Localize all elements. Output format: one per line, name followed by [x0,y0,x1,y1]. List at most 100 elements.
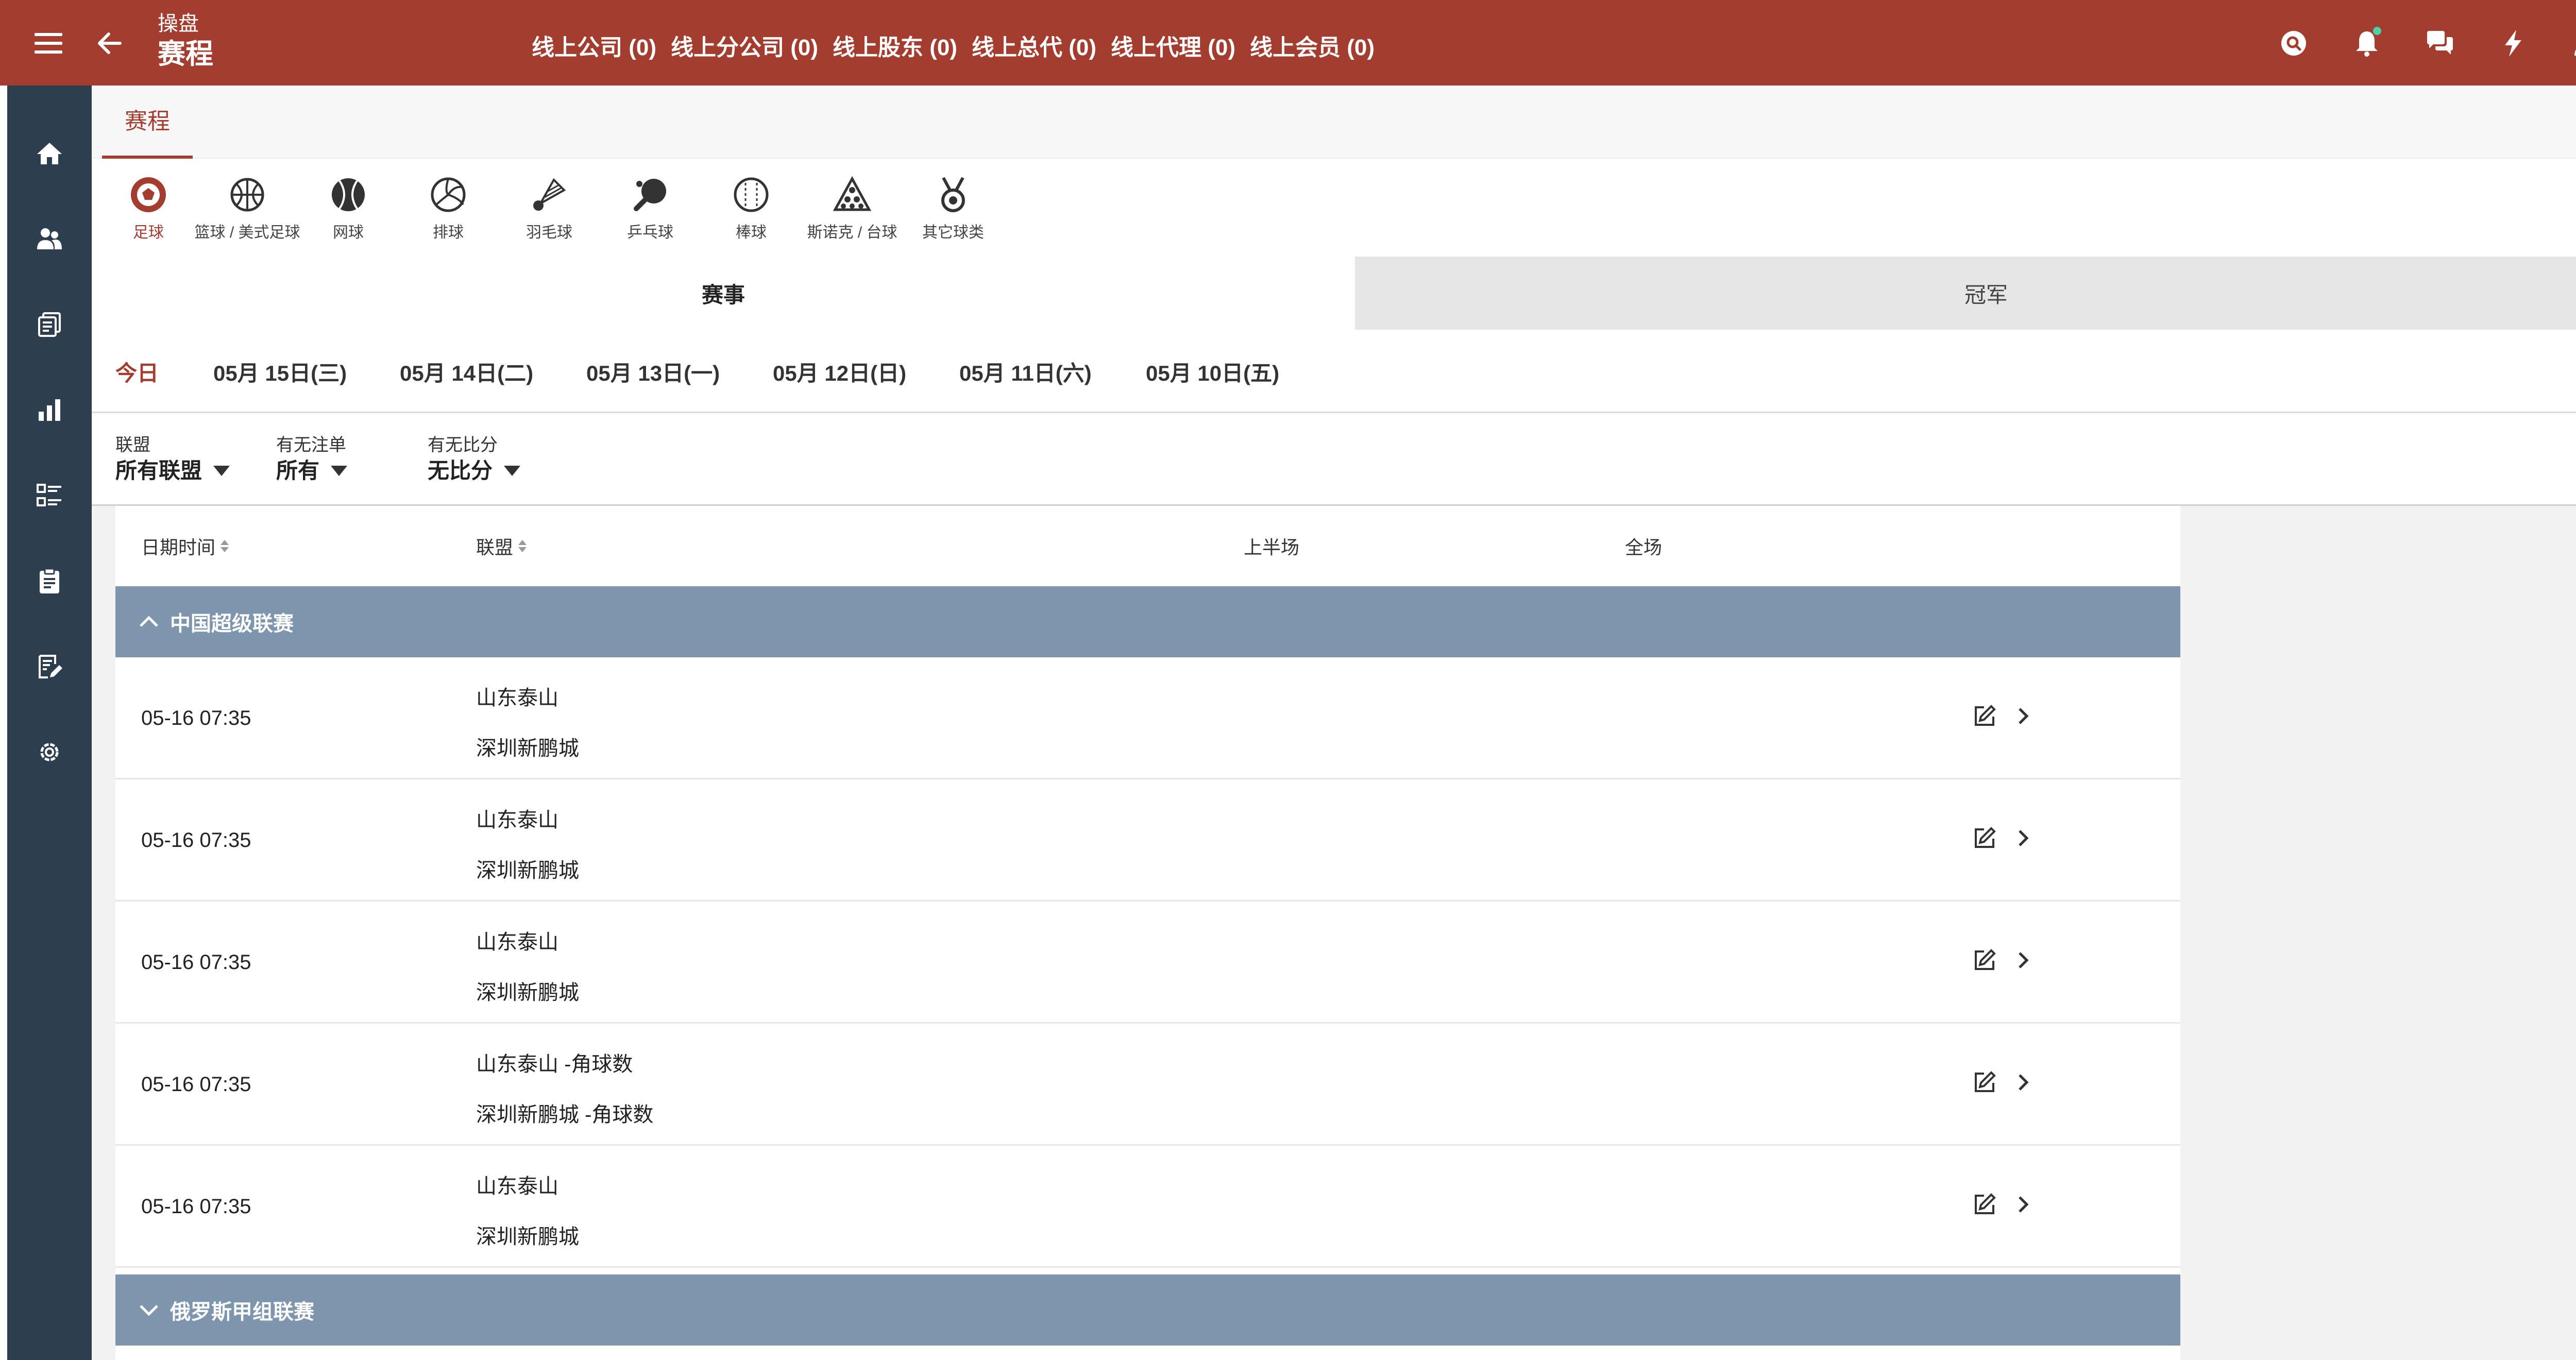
filter-bar: 联盟 所有联盟 有无注单 所有 有无比分 无比分 [92,413,2576,506]
soccer-ball-icon [127,173,170,216]
sport-tab-snooker[interactable]: 斯诺克 / 台球 [801,159,904,257]
sport-label: 斯诺克 / 台球 [807,224,897,241]
bar-chart-icon [38,398,61,424]
sort-icon [518,540,527,552]
away-team: 深圳新鹏城 [476,859,579,882]
medal-icon [931,173,975,216]
filter-label: 联盟 [115,435,150,455]
online-stat-agent[interactable]: 线上代理 (0) [1111,29,1235,62]
sidebar-item-list[interactable] [7,471,92,522]
home-team: 山东泰山 [476,809,558,831]
tab-events[interactable]: 赛事 [92,257,1355,330]
edit-icon[interactable] [1969,945,2000,976]
league-group-header[interactable]: 中国超级联赛 [115,586,2180,657]
table-header: 日期时间 联盟 上半场 全场 [115,506,2180,586]
filter-value: 所有 [276,458,320,483]
column-full-time: 全场 [1625,506,1662,586]
page-tab-bar: 赛程 [92,86,2576,159]
date-tab-0511[interactable]: 05月 11日(六) [959,330,1092,413]
edit-icon[interactable] [1969,1189,2000,1220]
sport-label: 乒乓球 [627,224,673,241]
score-filter[interactable]: 有无比分 无比分 [428,434,521,485]
sport-label: 篮球 / 美式足球 [194,224,300,241]
date-tab-today[interactable]: 今日 [115,330,159,413]
sport-tab-tennis[interactable]: 网球 [297,159,400,257]
home-icon [36,141,63,169]
sport-tab-basketball[interactable]: 篮球 / 美式足球 [194,159,300,257]
sidebar-item-statistics[interactable] [7,385,92,437]
ping-pong-paddle-icon [629,173,672,216]
sport-label: 足球 [133,224,164,241]
table-row: 05-16 07:35 山东泰山 深圳新鹏城 [115,902,2180,1024]
notification-bell-icon[interactable] [2348,25,2385,62]
chevron-right-icon[interactable] [2007,945,2038,976]
online-stat-general-agent[interactable]: 线上总代 (0) [972,29,1096,62]
schedule-table: 日期时间 联盟 上半场 全场 中国超级联赛 05-16 07:35 山东泰山 深 [115,506,2180,1360]
edit-icon[interactable] [1969,1067,2000,1098]
caret-down-icon [331,466,348,476]
date-tab-0512[interactable]: 05月 12日(日) [773,330,906,413]
league-name: 中国超级联赛 [170,613,294,635]
online-stat-branch[interactable]: 线上分公司 (0) [671,29,818,62]
user-account-icon[interactable] [2568,25,2576,62]
edit-note-icon [37,654,62,682]
edit-icon[interactable] [1969,701,2000,732]
online-stat-shareholder[interactable]: 线上股东 (0) [833,29,957,62]
sport-tab-volleyball[interactable]: 排球 [397,159,500,257]
tennis-ball-icon [327,173,370,216]
baseball-icon [730,173,773,216]
column-label: 联盟 [476,537,514,558]
sport-tab-badminton[interactable]: 羽毛球 [498,159,601,257]
sidebar-item-settings[interactable] [7,727,92,779]
online-stat-company[interactable]: 线上公司 (0) [532,29,656,62]
column-datetime[interactable]: 日期时间 [141,506,229,586]
edit-icon[interactable] [1969,823,2000,854]
away-team: 深圳新鹏城 [476,981,579,1004]
chevron-right-icon[interactable] [2007,1189,2038,1220]
sport-label: 排球 [433,224,464,241]
menu-icon[interactable] [30,25,67,62]
lightning-icon[interactable] [2495,25,2532,62]
sport-tab-baseball[interactable]: 棒球 [700,159,803,257]
sidebar-item-notes[interactable] [7,642,92,693]
tab-schedule[interactable]: 赛程 [102,106,193,159]
date-tab-0515[interactable]: 05月 15日(三) [213,330,347,413]
home-team: 山东泰山 [476,1175,558,1198]
online-stat-member[interactable]: 线上会员 (0) [1250,29,1375,62]
chat-icon[interactable] [2421,25,2459,62]
sport-tab-table-tennis[interactable]: 乒乓球 [599,159,702,257]
sidebar-item-clipboard[interactable] [7,556,92,608]
search-icon[interactable] [2275,25,2312,62]
clipboard-icon [39,568,60,597]
back-arrow-icon[interactable] [91,25,128,62]
match-time: 05-16 07:35 [141,1195,251,1218]
chevron-right-icon[interactable] [2007,701,2038,732]
league-group-header[interactable]: 俄罗斯甲组联赛 [115,1274,2180,1346]
chevron-right-icon[interactable] [2007,1067,2038,1098]
filter-value: 无比分 [428,458,493,483]
date-tab-0510[interactable]: 05月 10日(五) [1146,330,1279,413]
online-stats: 线上公司 (0) 线上分公司 (0) 线上股东 (0) 线上总代 (0) 线上代… [532,29,1375,62]
sport-tab-football[interactable]: 足球 [97,159,200,257]
sidebar-item-users[interactable] [7,214,92,266]
sport-tab-other[interactable]: 其它球类 [902,159,1005,257]
tab-champion[interactable]: 冠军 [1355,257,2576,330]
chevron-right-icon[interactable] [2007,823,2038,854]
column-league[interactable]: 联盟 [476,506,527,586]
breadcrumb: 操盘 赛程 [158,11,213,72]
date-tab-0514[interactable]: 05月 14日(二) [400,330,533,413]
date-tab-0513[interactable]: 05月 13日(一) [586,330,720,413]
league-name: 俄罗斯甲组联赛 [170,1301,314,1323]
sidebar [7,86,92,1360]
sidebar-item-reports[interactable] [7,300,92,351]
column-label: 上半场 [1244,537,1300,558]
gear-icon [37,739,62,768]
sidebar-item-home[interactable] [7,129,92,180]
match-time: 05-16 07:35 [141,707,251,729]
caret-down-icon [504,466,521,476]
league-filter[interactable]: 联盟 所有联盟 [115,434,230,485]
home-team: 山东泰山 -角球数 [476,1053,633,1076]
bets-filter[interactable]: 有无注单 所有 [276,434,348,485]
away-team: 深圳新鹏城 [476,737,579,760]
top-app-bar: 操盘 赛程 线上公司 (0) 线上分公司 (0) 线上股东 (0) 线上总代 (… [0,0,2576,86]
